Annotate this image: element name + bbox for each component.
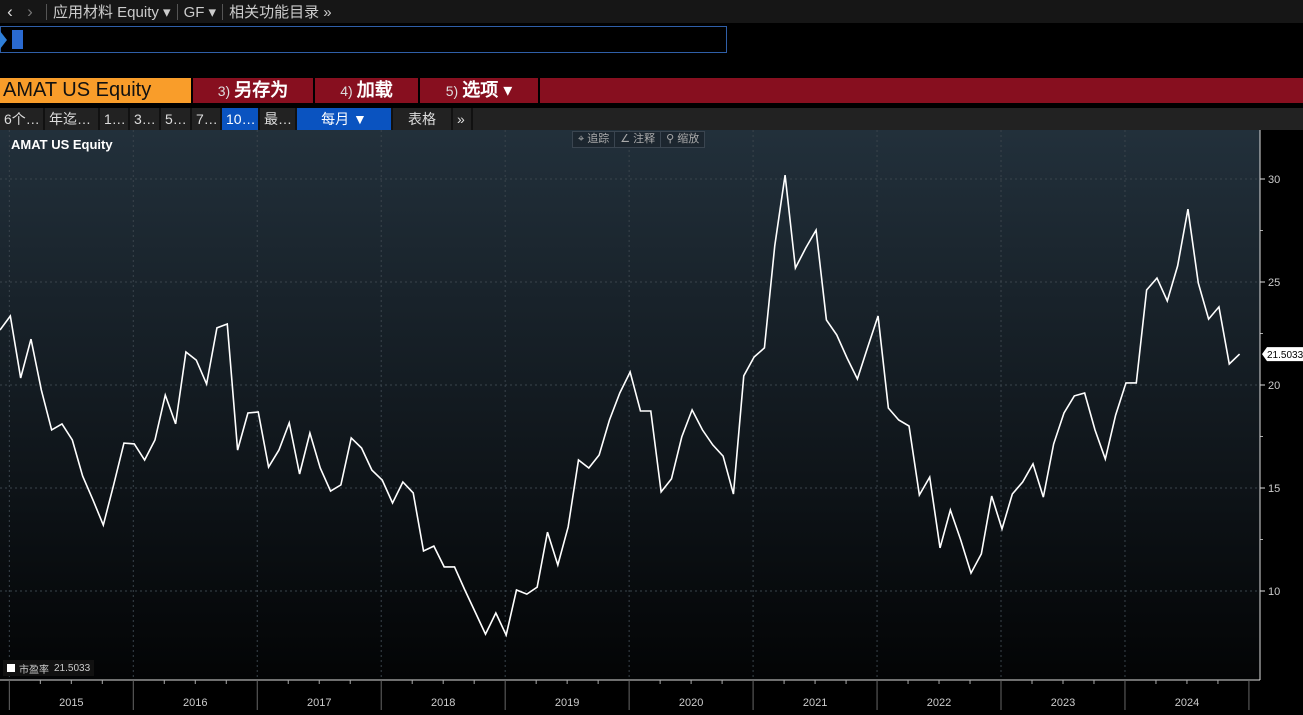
- x-tick-label: 2015: [59, 697, 83, 709]
- button-label: 选项 ▾: [462, 80, 513, 100]
- legend-value: 21.5033: [54, 662, 91, 674]
- command-line-input[interactable]: [0, 26, 727, 53]
- options-button[interactable]: 5) 选项 ▾: [420, 78, 540, 103]
- track-tool[interactable]: ⌖ 追踪: [573, 132, 616, 147]
- range-1y[interactable]: 1…: [100, 108, 130, 130]
- action-bar: AMAT US Equity 3) 另存为 4) 加载 5) 选项 ▾: [0, 78, 1303, 103]
- zoom-tool[interactable]: ⚲ 缩放: [661, 132, 704, 147]
- more-button[interactable]: »: [453, 108, 473, 130]
- y-tick-label: 30: [1268, 174, 1280, 186]
- table-button[interactable]: 表格: [393, 108, 453, 130]
- y-tick-label: 15: [1268, 483, 1280, 495]
- plot-background: [0, 130, 1260, 680]
- related-functions-menu[interactable]: 相关功能目录 »: [229, 1, 332, 22]
- x-tick-label: 2024: [1175, 697, 1199, 709]
- back-button[interactable]: ‹: [0, 2, 20, 22]
- forward-button[interactable]: ›: [20, 2, 40, 22]
- range-10y[interactable]: 10…: [222, 108, 260, 130]
- button-label: 另存为: [234, 80, 289, 100]
- x-tick-label: 2017: [307, 697, 331, 709]
- prompt-arrow-icon: [0, 31, 7, 49]
- ticker-field[interactable]: AMAT US Equity: [0, 78, 193, 103]
- chart-title: AMAT US Equity: [11, 137, 113, 152]
- range-7y[interactable]: 7…: [192, 108, 222, 130]
- x-tick-label: 2020: [679, 697, 703, 709]
- pe-line-chart: 10 15 20 25 30 2015 2016 2017 2018 2019 2020 2021 20…: [0, 130, 1303, 710]
- legend-label: 市盈率: [19, 664, 49, 676]
- frequency-dropdown[interactable]: 每月 ▼: [297, 108, 393, 130]
- range-ytd[interactable]: 年迄…: [45, 108, 100, 130]
- function-dropdown[interactable]: GF ▾: [184, 3, 217, 21]
- x-tick-label: 2018: [431, 697, 455, 709]
- x-tick-label: 2021: [803, 697, 827, 709]
- legend-swatch: [7, 664, 15, 672]
- chart-legend: 市盈率 21.5033: [3, 660, 95, 676]
- y-tick-label: 20: [1268, 380, 1280, 392]
- top-nav-bar: ‹ › 应用材料 Equity ▾ GF ▾ 相关功能目录 »: [0, 0, 1303, 23]
- last-value-label: 21.5033: [1267, 350, 1303, 361]
- y-tick-label: 10: [1268, 586, 1280, 598]
- x-tick-label: 2016: [183, 697, 207, 709]
- chart-toolbar: ⌖ 追踪 ∠ 注释 ⚲ 缩放: [572, 131, 706, 148]
- load-button[interactable]: 4) 加载: [315, 78, 420, 103]
- button-number: 5): [445, 83, 459, 99]
- x-tick-label: 2019: [555, 697, 579, 709]
- range-max[interactable]: 最…: [260, 108, 297, 130]
- divider: [46, 3, 47, 20]
- divider: [222, 3, 224, 20]
- save-as-button[interactable]: 3) 另存为: [193, 78, 315, 103]
- range-tabs: 6个… 年迄… 1… 3… 5… 7… 10… 最… 每月 ▼ 表格 »: [0, 108, 1303, 130]
- range-5y[interactable]: 5…: [161, 108, 192, 130]
- text-cursor: [12, 30, 23, 49]
- range-6m[interactable]: 6个…: [0, 108, 45, 130]
- range-3y[interactable]: 3…: [130, 108, 161, 130]
- annotate-tool[interactable]: ∠ 注释: [615, 132, 662, 147]
- button-number: 3): [217, 83, 231, 99]
- security-dropdown[interactable]: 应用材料 Equity ▾: [53, 1, 171, 22]
- button-label: 加载: [356, 80, 393, 100]
- x-tick-label: 2023: [1051, 697, 1075, 709]
- button-number: 4): [340, 83, 353, 99]
- divider: [176, 3, 178, 20]
- y-tick-label: 25: [1268, 277, 1280, 289]
- x-tick-label: 2022: [927, 697, 951, 709]
